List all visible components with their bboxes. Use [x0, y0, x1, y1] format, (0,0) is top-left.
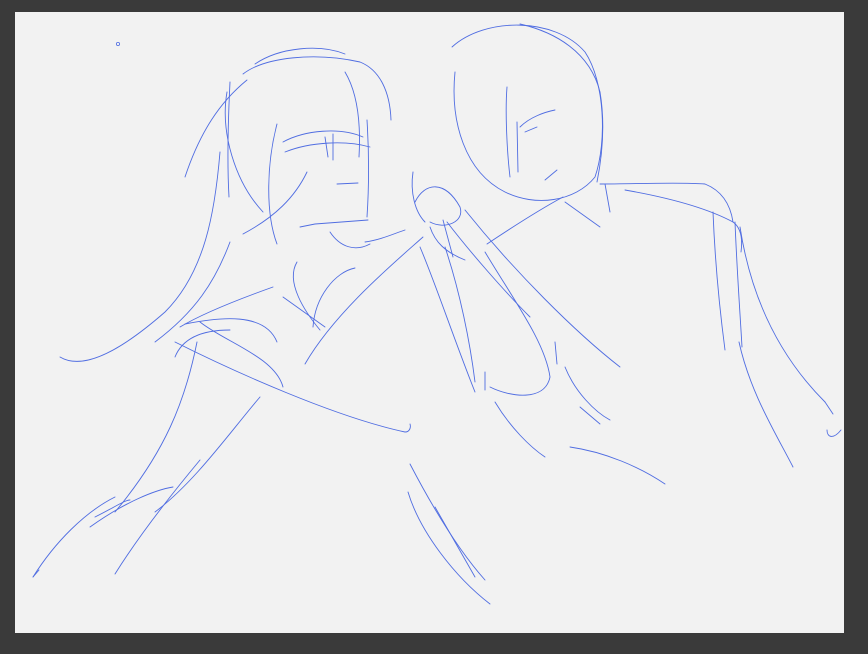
sketch-stroke [312, 267, 356, 328]
sketch-stroke [174, 329, 231, 358]
sketch-stroke [324, 136, 329, 158]
sketch-stroke [434, 506, 476, 578]
sketch-stroke [419, 246, 476, 393]
sketch-stroke [284, 142, 371, 153]
sketch-stroke [824, 401, 834, 415]
sketch-stroke [282, 130, 364, 143]
sketch-stroke [32, 496, 116, 578]
sketch-stroke [544, 169, 558, 181]
sketch-stroke [446, 221, 531, 318]
sketch-stroke [32, 569, 40, 578]
sketch-stroke [59, 151, 221, 362]
sketch-stroke [414, 186, 462, 226]
sketch-stroke [174, 341, 411, 433]
sketch-stroke [826, 429, 842, 437]
sketch-stroke [89, 486, 174, 528]
sketch-stroke [114, 459, 201, 575]
sketch-stroke [184, 318, 278, 343]
sketch-stroke [569, 446, 666, 485]
sketch-stroke [505, 86, 511, 178]
sketch-stroke [484, 251, 551, 396]
sketch-stroke [282, 296, 326, 328]
sketch-stroke [154, 241, 231, 343]
sketch-stroke [712, 211, 726, 351]
sketch-stroke [411, 171, 426, 223]
sketch-stroke [224, 91, 264, 213]
sketch-stroke [464, 209, 621, 368]
sketch-stroke [329, 231, 371, 249]
sketch-stroke [564, 201, 601, 228]
sketch-stroke [734, 221, 743, 348]
workspace [0, 0, 868, 654]
sketch-stroke [336, 182, 359, 185]
sketch-stroke [242, 171, 308, 235]
sketch-stroke [242, 56, 392, 121]
sketch-stroke [299, 219, 369, 228]
sketch-stroke [519, 23, 604, 183]
sketch-stroke [738, 341, 794, 468]
sketch-stroke [516, 121, 519, 173]
sketch-stroke [179, 286, 274, 328]
sketch-stroke [94, 499, 131, 518]
sketch-stroke [268, 123, 278, 245]
sketch-stroke [554, 341, 558, 365]
sketch-stroke [494, 401, 546, 458]
sketch-stroke [366, 119, 369, 218]
sketch-stroke [486, 196, 564, 245]
drawing-canvas[interactable] [15, 12, 844, 633]
sketch-stroke [304, 236, 424, 365]
sketch-stroke [184, 79, 248, 178]
brush-cursor-icon [116, 41, 121, 46]
sketch-stroke [292, 261, 321, 331]
sketch-stroke [524, 126, 538, 133]
sketch-stroke [444, 246, 476, 383]
sketch-stroke [407, 491, 491, 605]
sketch-stroke [254, 47, 346, 65]
sketch-stroke [451, 24, 603, 201]
sketch-stroke [564, 366, 611, 421]
sketch-stroke [227, 81, 231, 198]
sketch-stroke [364, 229, 406, 243]
sketch-stroke [579, 406, 601, 425]
sketch-stroke [114, 341, 198, 513]
sketch-stroke [739, 226, 826, 403]
sketch-stroke [519, 109, 556, 128]
sketch-stroke [604, 183, 611, 213]
sketch-stroke [154, 396, 261, 513]
sketch-layer [32, 23, 842, 605]
